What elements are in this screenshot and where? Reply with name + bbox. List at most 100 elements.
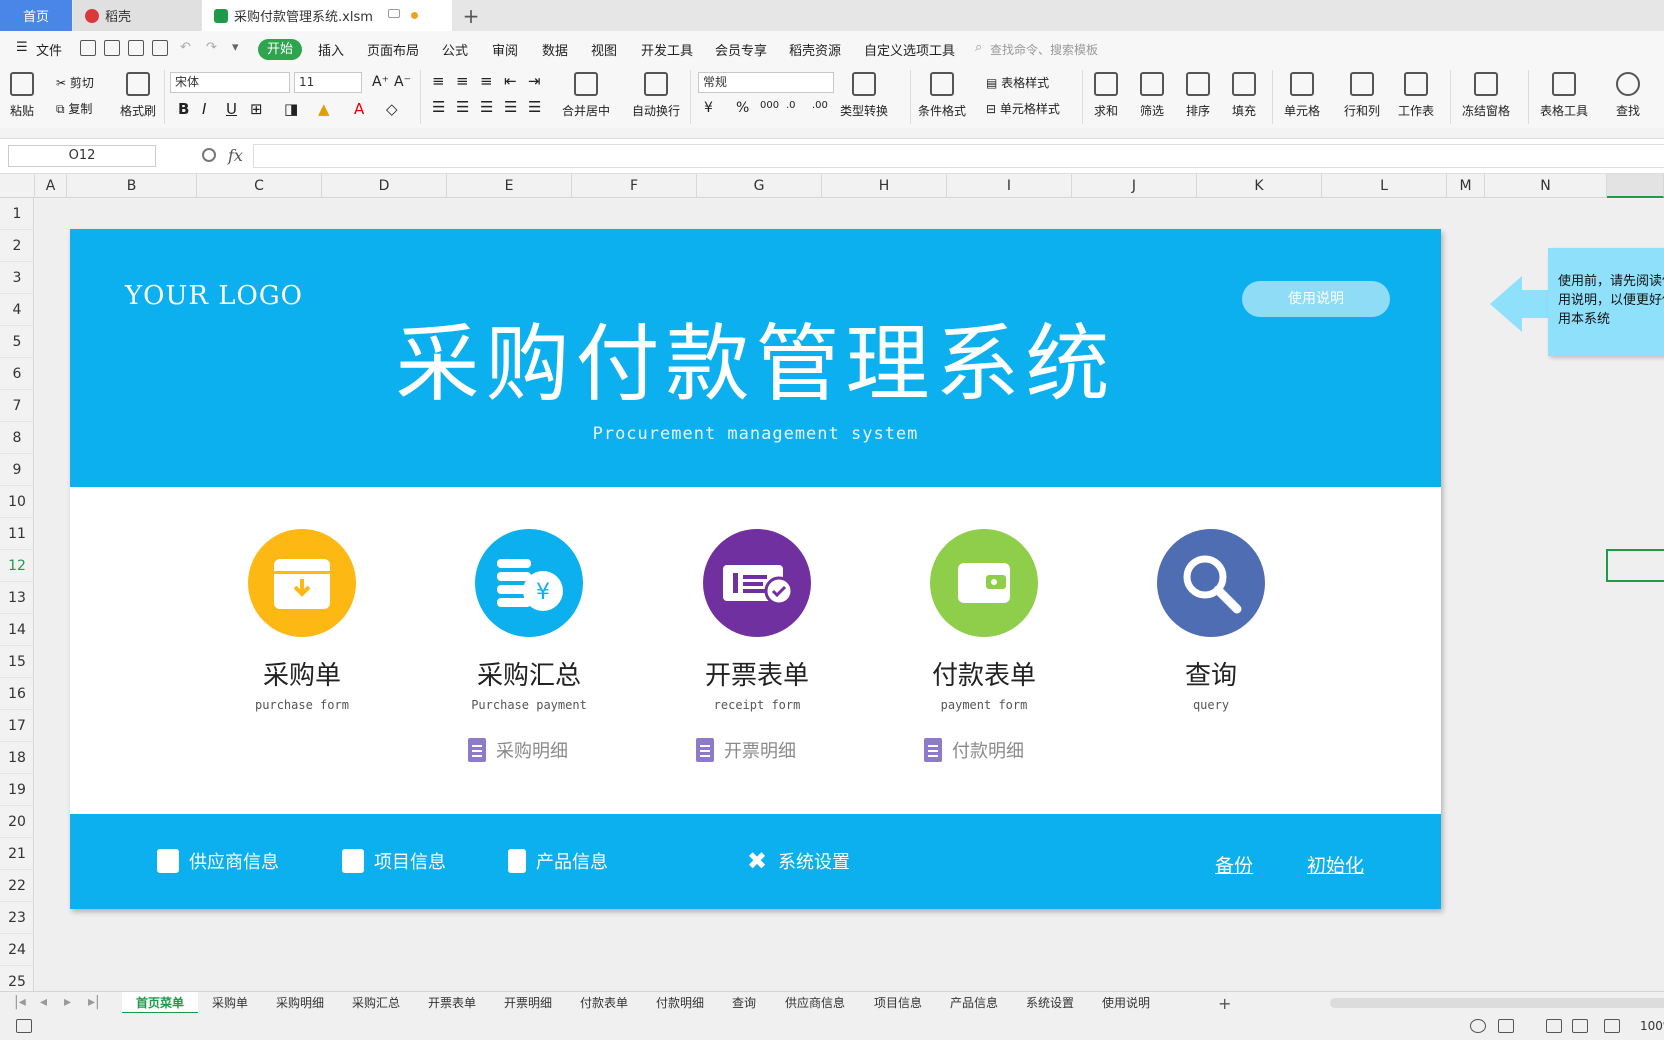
column-header-cell[interactable]: K bbox=[1197, 174, 1322, 198]
module-purchase-summary[interactable]: ¥ 采购汇总 Purchase payment bbox=[449, 529, 609, 712]
row-header-cell[interactable]: 15 bbox=[0, 646, 34, 678]
print-icon[interactable] bbox=[128, 40, 144, 56]
fill-color-icon[interactable]: ◨ bbox=[284, 100, 298, 118]
purchase-detail-link[interactable]: 采购明细 bbox=[468, 737, 568, 763]
number-format-select[interactable]: 常规 bbox=[698, 72, 834, 93]
border-icon[interactable]: ⊞ bbox=[250, 100, 263, 118]
row-header-cell[interactable]: 23 bbox=[0, 902, 34, 934]
archive-box-icon[interactable] bbox=[248, 529, 356, 637]
bold-button[interactable]: B bbox=[178, 100, 189, 118]
column-header-cell-active[interactable] bbox=[1607, 174, 1664, 198]
decrease-font-icon[interactable]: A⁻ bbox=[394, 74, 411, 90]
column-header-cell[interactable]: B bbox=[67, 174, 197, 198]
name-box[interactable]: O12 bbox=[8, 145, 156, 167]
last-sheet-icon[interactable]: ▸| bbox=[88, 994, 100, 1010]
page-break-view-icon[interactable] bbox=[1604, 1019, 1620, 1033]
wrap-text-button[interactable]: 自动换行 bbox=[632, 72, 680, 119]
row-header-cell[interactable]: 7 bbox=[0, 390, 34, 422]
first-sheet-icon[interactable]: |◂ bbox=[14, 994, 26, 1010]
sheet-tab[interactable]: 采购明细 bbox=[262, 992, 338, 1014]
sort-button[interactable]: 排序 bbox=[1186, 72, 1210, 119]
column-header-cell[interactable]: J bbox=[1072, 174, 1197, 198]
row-header-cell[interactable]: 22 bbox=[0, 870, 34, 902]
menu-custom-tools[interactable]: 自定义选项工具 bbox=[864, 40, 955, 59]
increase-decimal-icon[interactable]: .0 bbox=[786, 100, 796, 111]
row-header-cell[interactable]: 4 bbox=[0, 294, 34, 326]
column-header-cell[interactable]: D bbox=[322, 174, 447, 198]
sheet-tab[interactable]: 付款表单 bbox=[566, 992, 642, 1014]
export-icon[interactable] bbox=[104, 40, 120, 56]
row-header-cell[interactable]: 5 bbox=[0, 326, 34, 358]
save-icon[interactable] bbox=[80, 40, 96, 56]
sheet-tab[interactable]: 采购汇总 bbox=[338, 992, 414, 1014]
align-center-icon[interactable]: ☰ bbox=[456, 98, 469, 116]
row-header-cell[interactable]: 10 bbox=[0, 486, 34, 518]
thousands-icon[interactable]: 000 bbox=[760, 100, 779, 111]
row-header-cell[interactable]: 16 bbox=[0, 678, 34, 710]
fill-button[interactable]: 填充 bbox=[1232, 72, 1256, 119]
sheet-tab[interactable]: 产品信息 bbox=[936, 992, 1012, 1014]
add-sheet-button[interactable]: + bbox=[1218, 994, 1231, 1013]
menu-daoke-resources[interactable]: 稻壳资源 bbox=[789, 40, 841, 59]
select-all-corner[interactable] bbox=[0, 174, 35, 198]
column-header-cell[interactable]: M bbox=[1447, 174, 1485, 198]
selected-cell[interactable] bbox=[1606, 549, 1664, 582]
cell-style-button[interactable]: ⊟ 单元格样式 bbox=[986, 100, 1060, 117]
font-color-icon[interactable]: A bbox=[354, 100, 364, 118]
highlight-icon[interactable]: ▲ bbox=[318, 100, 330, 118]
menu-review[interactable]: 审阅 bbox=[492, 40, 518, 59]
align-bottom-icon[interactable]: ≡ bbox=[480, 72, 493, 90]
align-middle-icon[interactable]: ≡ bbox=[456, 72, 469, 90]
menu-developer[interactable]: 开发工具 bbox=[641, 40, 693, 59]
formula-input[interactable] bbox=[253, 144, 1664, 168]
cond-format-button[interactable]: 条件格式 bbox=[918, 72, 966, 119]
column-header-cell[interactable]: N bbox=[1485, 174, 1607, 198]
column-header-cell[interactable]: F bbox=[572, 174, 697, 198]
justify-icon[interactable]: ☰ bbox=[504, 98, 517, 116]
sheet-tab[interactable]: 系统设置 bbox=[1012, 992, 1088, 1014]
coins-yuan-icon[interactable]: ¥ bbox=[475, 529, 583, 637]
menu-view[interactable]: 视图 bbox=[591, 40, 617, 59]
sheet-tab[interactable]: 付款明细 bbox=[642, 992, 718, 1014]
zoom-level[interactable]: 100% bbox=[1640, 1019, 1664, 1033]
module-purchase-form[interactable]: 采购单 purchase form bbox=[222, 529, 382, 712]
row-header-cell[interactable]: 12 bbox=[0, 550, 34, 582]
next-sheet-icon[interactable]: ▸ bbox=[64, 994, 71, 1010]
find-button[interactable]: 查找 bbox=[1616, 72, 1640, 119]
row-header-cell[interactable]: 21 bbox=[0, 838, 34, 870]
tab-daoke[interactable]: 稻壳 bbox=[73, 0, 201, 31]
new-tab-button[interactable]: + bbox=[456, 0, 486, 31]
page-layout-view-icon[interactable] bbox=[1572, 1019, 1588, 1033]
screen-icon[interactable] bbox=[388, 9, 400, 18]
type-convert-button[interactable]: 类型转换 bbox=[840, 72, 888, 119]
menu-file[interactable]: 文件 bbox=[36, 40, 62, 59]
row-header-cell[interactable]: 3 bbox=[0, 262, 34, 294]
menu-member[interactable]: 会员专享 bbox=[715, 40, 767, 59]
payment-detail-link[interactable]: 付款明细 bbox=[924, 737, 1024, 763]
module-query[interactable]: 查询 query bbox=[1131, 529, 1291, 712]
row-header-cell[interactable]: 6 bbox=[0, 358, 34, 390]
system-settings-link[interactable]: ✖ 系统设置 bbox=[746, 848, 850, 874]
row-header-cell[interactable]: 2 bbox=[0, 230, 34, 262]
column-header-cell[interactable]: C bbox=[197, 174, 322, 198]
sheet-tab[interactable]: 使用说明 bbox=[1088, 992, 1164, 1014]
font-name-select[interactable]: 宋体 bbox=[170, 72, 290, 93]
tab-home[interactable]: 首页 bbox=[0, 0, 72, 31]
redo-icon[interactable]: ↷ bbox=[206, 40, 217, 55]
column-header-cell[interactable]: A bbox=[35, 174, 67, 198]
receipt-detail-link[interactable]: 开票明细 bbox=[696, 737, 796, 763]
cell-button[interactable]: 单元格 bbox=[1284, 72, 1320, 119]
tab-workbook-file[interactable]: 采购付款管理系统.xlsm bbox=[202, 0, 452, 31]
ticket-icon[interactable] bbox=[703, 529, 811, 637]
currency-icon[interactable]: ¥ bbox=[704, 100, 713, 116]
align-top-icon[interactable]: ≡ bbox=[432, 72, 445, 90]
sheet-tab[interactable]: 查询 bbox=[718, 992, 770, 1014]
eye-protection-icon[interactable] bbox=[1470, 1019, 1486, 1033]
layout-toggle-icon[interactable] bbox=[1498, 1019, 1514, 1033]
row-header-cell[interactable]: 11 bbox=[0, 518, 34, 550]
menu-page-layout[interactable]: 页面布局 bbox=[367, 40, 419, 59]
initialize-link[interactable]: 初始化 bbox=[1307, 851, 1364, 878]
row-header-cell[interactable]: 19 bbox=[0, 774, 34, 806]
column-header-cell[interactable]: E bbox=[447, 174, 572, 198]
align-left-icon[interactable]: ☰ bbox=[432, 98, 445, 116]
